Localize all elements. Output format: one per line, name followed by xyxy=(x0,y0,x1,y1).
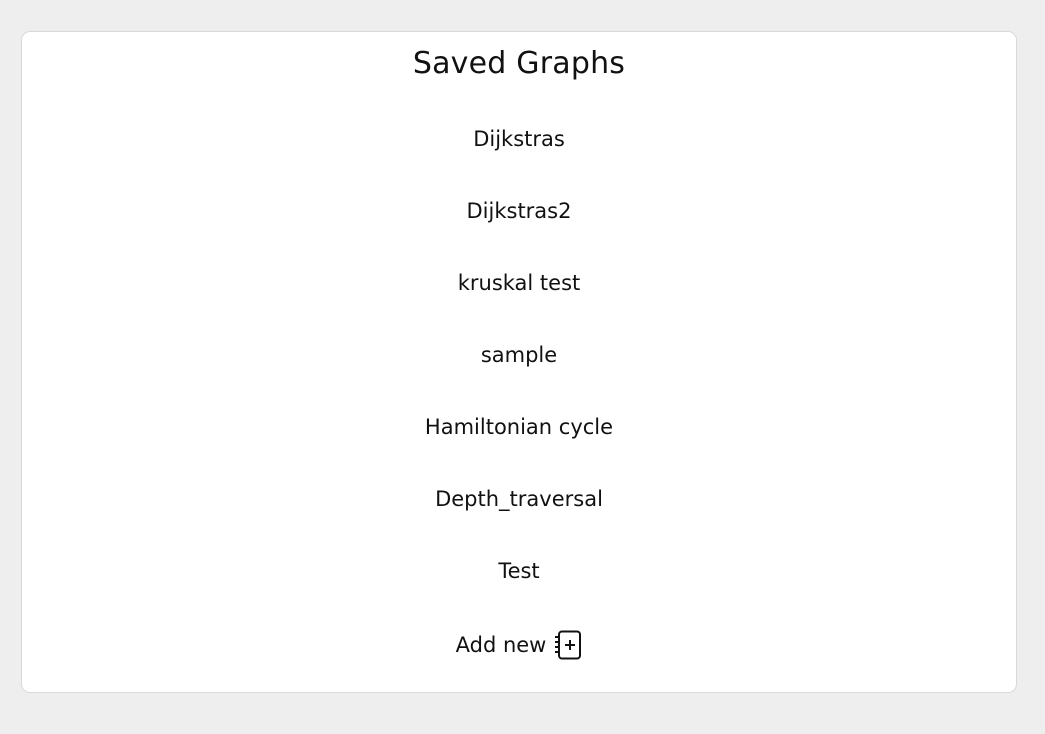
graph-link-test[interactable]: Test xyxy=(498,558,539,584)
list-item: Dijkstras2 xyxy=(22,198,1016,270)
list-item: kruskal test xyxy=(22,270,1016,342)
graph-link-depth-traversal[interactable]: Depth_traversal xyxy=(435,486,603,512)
notebook-add-icon xyxy=(554,630,582,660)
list-item: sample xyxy=(22,342,1016,414)
list-item: Dijkstras xyxy=(22,126,1016,198)
graph-link-dijkstras2[interactable]: Dijkstras2 xyxy=(467,198,572,224)
list-item: Hamiltonian cycle xyxy=(22,414,1016,486)
graph-link-hamiltonian-cycle[interactable]: Hamiltonian cycle xyxy=(425,414,613,440)
graph-link-kruskal-test[interactable]: kruskal test xyxy=(458,270,581,296)
list-item: Depth_traversal xyxy=(22,486,1016,558)
list-item-add-new: Add new xyxy=(22,630,1016,702)
add-new-button[interactable]: Add new xyxy=(456,630,583,660)
saved-graphs-card: Saved Graphs Dijkstras Dijkstras2 kruska… xyxy=(21,31,1017,693)
add-new-label: Add new xyxy=(455,633,547,657)
saved-graphs-list: Dijkstras Dijkstras2 kruskal test sample… xyxy=(22,126,1016,702)
graph-link-sample[interactable]: sample xyxy=(481,342,557,368)
graph-link-dijkstras[interactable]: Dijkstras xyxy=(473,126,565,152)
list-item: Test xyxy=(22,558,1016,630)
page-title: Saved Graphs xyxy=(412,46,626,81)
